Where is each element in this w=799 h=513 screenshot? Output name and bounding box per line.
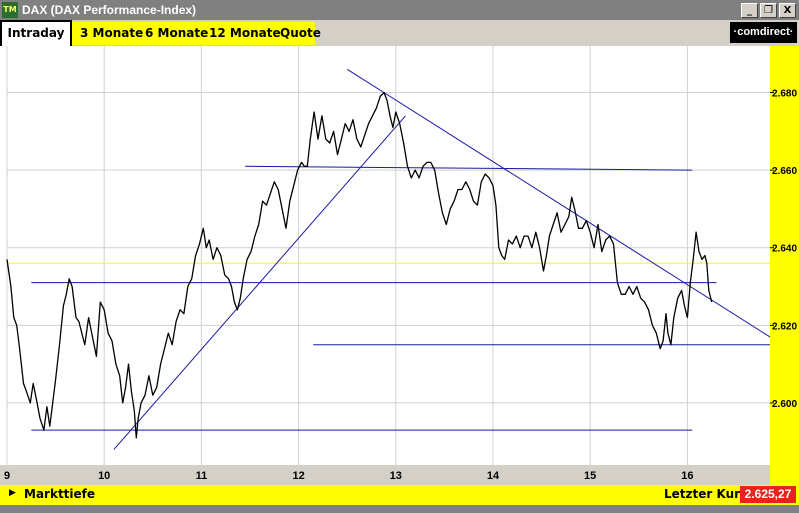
x-tick-label: 16	[681, 470, 693, 482]
x-tick-label: 13	[390, 470, 402, 482]
x-tick-label: 14	[487, 470, 500, 482]
app-icon: TM	[2, 2, 18, 18]
close-button[interactable]: X	[779, 3, 796, 18]
x-tick-label: 9	[4, 470, 10, 482]
status-bar: ▶ Markttiefe Letzter Kurs 2.625,27	[0, 485, 799, 505]
y-tick-label: 2.680	[772, 89, 797, 100]
y-axis-band	[770, 46, 799, 485]
chart-background	[0, 46, 799, 485]
y-tick-label: 2.640	[772, 244, 797, 255]
window-controls: _ ❐ X	[739, 3, 796, 18]
tab-12-monate[interactable]: 12 Monate	[209, 22, 281, 45]
tab-3-monate[interactable]: 3 Monate	[80, 22, 143, 45]
window-title: DAX (DAX Performance-Index)	[22, 3, 197, 17]
comdirect-logo: ·comdirect·	[730, 22, 797, 43]
expand-arrow-icon[interactable]: ▶	[9, 487, 16, 498]
tab-intraday[interactable]: Intraday	[0, 20, 72, 47]
x-tick-label: 12	[292, 470, 304, 482]
x-axis-band	[0, 465, 770, 485]
last-price-label: Letzter Kurs	[664, 487, 748, 501]
restore-button[interactable]: ❐	[760, 3, 777, 18]
y-tick-label: 2.620	[772, 321, 797, 332]
y-tick-label: 2.600	[772, 399, 797, 410]
chart-area: 9 10 11 12 13 14 15 16 2.680 2.660 2.640 2.620 2.60…	[0, 46, 799, 485]
price-chart: 9 10 11 12 13 14 15 16 2.680 2.660 2.640 2.620 2.60…	[0, 46, 799, 485]
window-bottom-edge	[0, 505, 799, 513]
y-tick-label: 2.660	[772, 166, 797, 177]
minimize-button[interactable]: _	[741, 3, 758, 18]
title-bar[interactable]: TM DAX (DAX Performance-Index) _ ❐ X	[0, 0, 799, 20]
tab-6-monate[interactable]: 6 Monate	[145, 22, 208, 45]
x-tick-label: 10	[98, 470, 110, 482]
markttiefe-link[interactable]: Markttiefe	[24, 487, 95, 501]
x-tick-label: 15	[584, 470, 596, 482]
last-price-value: 2.625,27	[740, 486, 796, 503]
tab-quote[interactable]: Quote	[280, 22, 321, 45]
x-tick-label: 11	[196, 470, 208, 482]
